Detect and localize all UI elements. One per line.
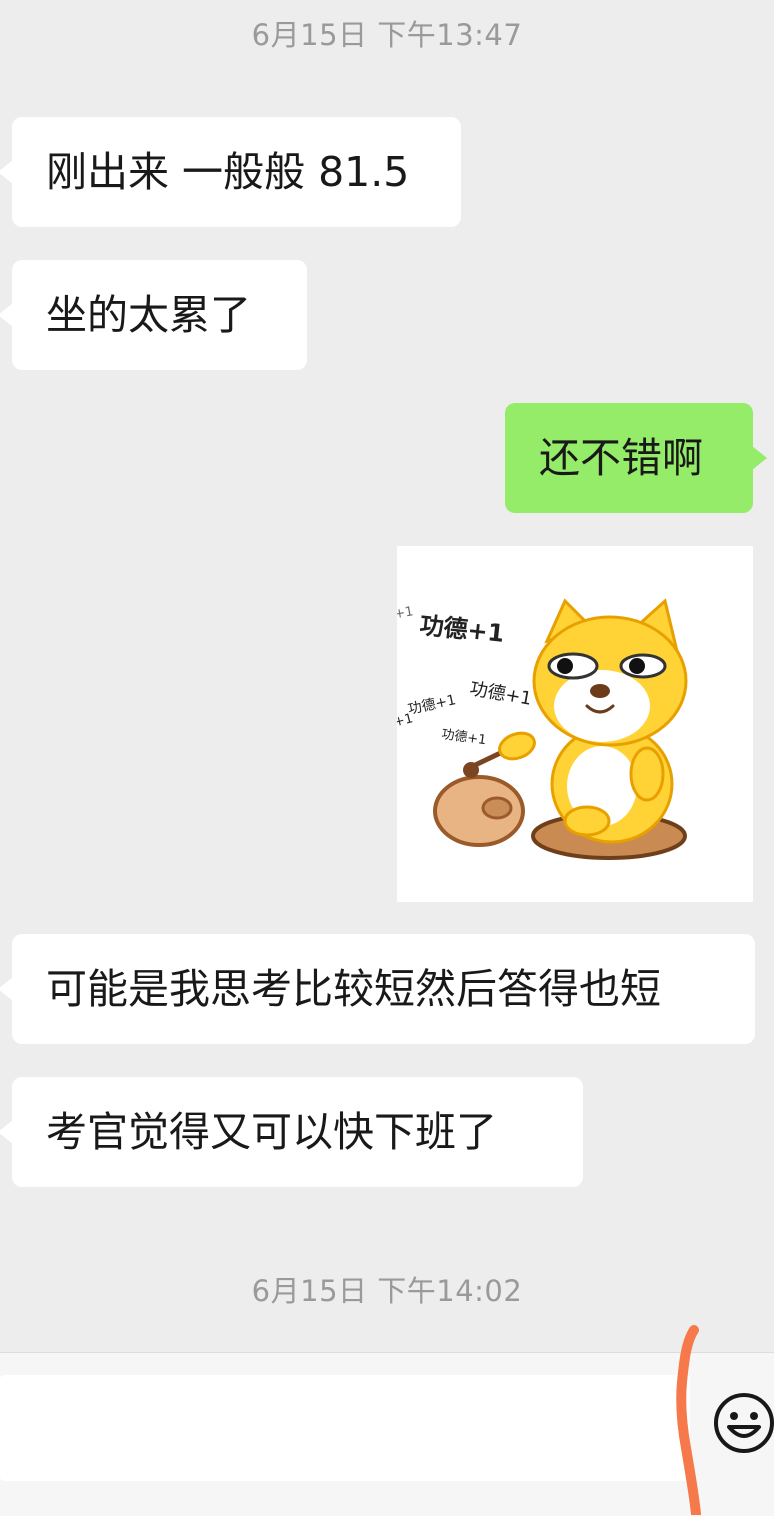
sticker-text: 功德+1	[440, 727, 487, 748]
timestamp-1402: 6月15日 下午14:02	[251, 1274, 523, 1308]
message-bubble-left[interactable]: 考官觉得又可以快下班了	[0, 1077, 583, 1187]
message-bubble-left[interactable]: 可能是我思考比较短然后答得也短	[0, 934, 755, 1044]
sticker-text: 功德+1	[468, 678, 533, 710]
sticker-text: +1	[397, 604, 415, 622]
message-input[interactable]	[0, 1375, 690, 1481]
message-bubble-left[interactable]: 刚出来 一般般 81.5	[0, 117, 461, 227]
smiley-face-icon[interactable]	[712, 1391, 774, 1455]
message-text: 考官觉得又可以快下班了	[46, 1108, 497, 1156]
doge-wooden-fish-sticker: 功德+1 +1 功德+1 功德+1 功德+1 +1 功德+1	[397, 598, 688, 860]
input-bar	[0, 1352, 774, 1516]
timestamp-1347: 6月15日 下午13:47	[251, 18, 523, 52]
message-text: 坐的太累了	[46, 291, 251, 339]
message-text: 刚出来 一般般 81.5	[46, 148, 410, 196]
message-bubble-left[interactable]: 坐的太累了	[0, 260, 307, 370]
sticker-message[interactable]: 功德+1 +1 功德+1 功德+1 功德+1 +1 功德+1	[397, 546, 753, 902]
sticker-text: 功德+1	[418, 611, 505, 648]
annotation-marker-stroke	[676, 1325, 701, 1515]
sticker-text: 功德+1	[407, 692, 458, 718]
message-text: 还不错啊	[539, 434, 703, 482]
message-bubble-right[interactable]: 还不错啊	[505, 403, 767, 513]
message-text: 可能是我思考比较短然后答得也短	[46, 965, 661, 1013]
